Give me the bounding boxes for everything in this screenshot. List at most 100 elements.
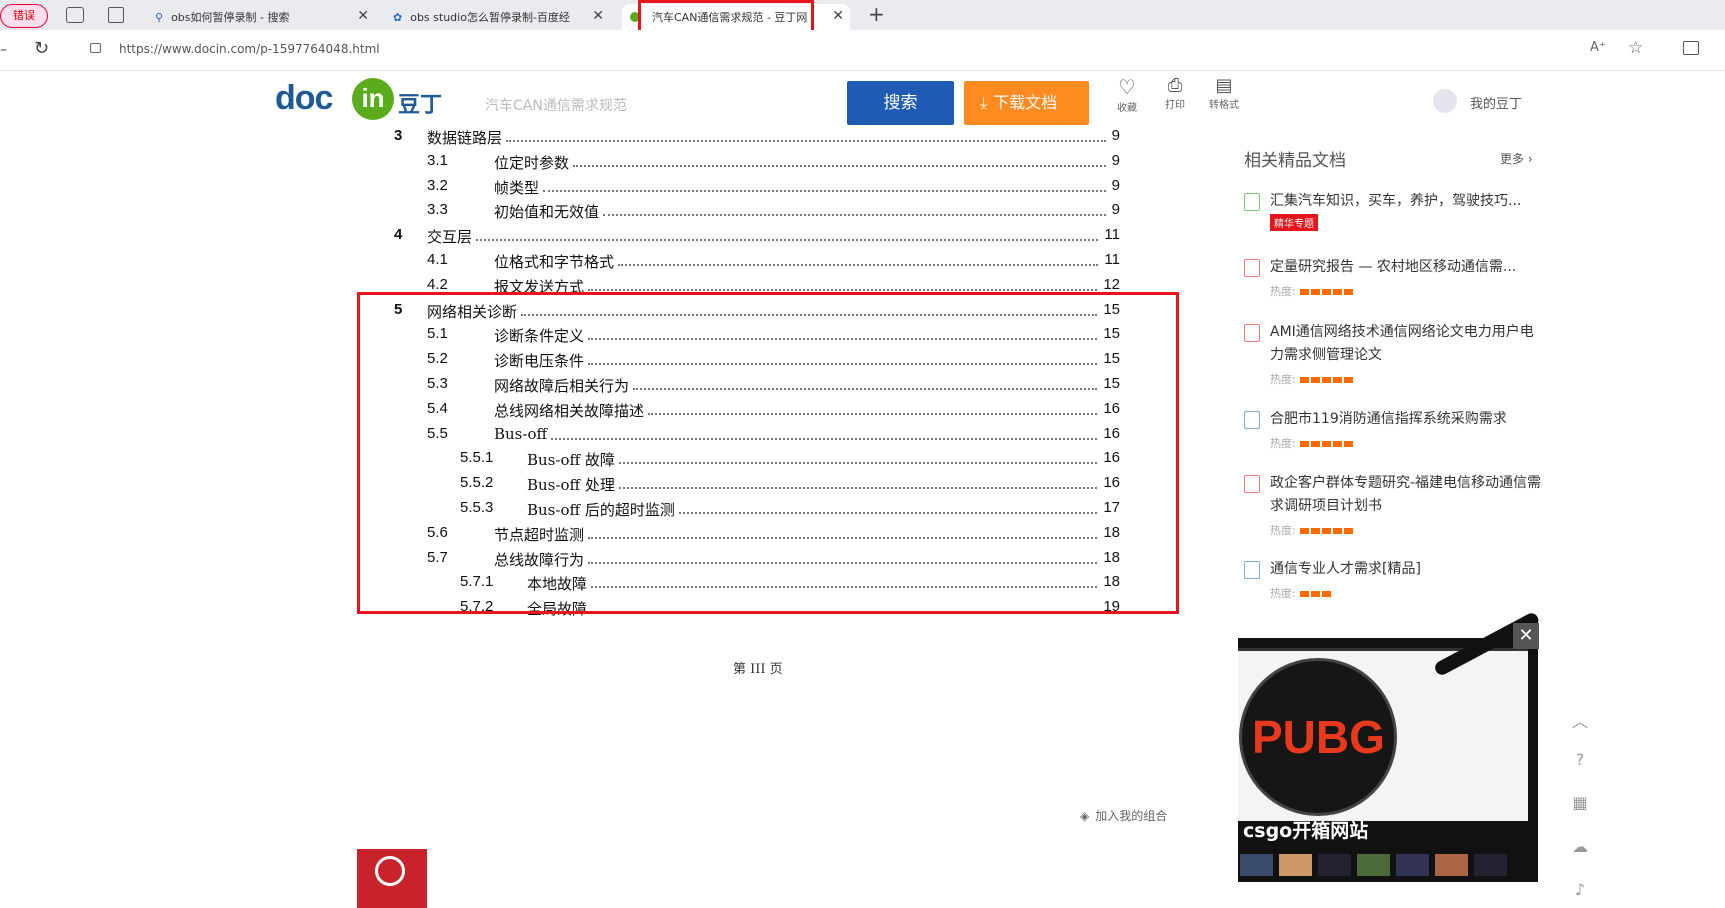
logo-doc-text: doc: [275, 79, 333, 117]
heat-rating: 热度:: [1270, 435, 1355, 451]
ad-thumbnail-strip: [1240, 854, 1530, 878]
qr-code-icon[interactable]: ▦: [1570, 793, 1590, 813]
address-bar-row: – ↻ https://www.docin.com/p-1597764048.h…: [0, 30, 1725, 71]
notification-bell-icon[interactable]: ♪: [1570, 880, 1590, 900]
heat-bar: [1299, 377, 1309, 383]
toc-entry: 4 交互层 11: [0, 226, 1120, 250]
tab-label: obs studio怎么暂停录制-百度经: [410, 11, 570, 24]
favorite-star-icon[interactable]: ☆: [1628, 38, 1643, 58]
back-icon[interactable]: –: [0, 42, 7, 58]
toc-entry: 4.1 位格式和字节格式 11: [0, 251, 1120, 275]
my-docin-link[interactable]: 我的豆丁: [1470, 93, 1522, 112]
document-icon: [1244, 259, 1260, 277]
ad-thumbnail: [1318, 854, 1351, 876]
layers-icon: ◈: [1080, 809, 1090, 823]
heat-bar: [1310, 289, 1320, 295]
new-tab-button[interactable]: +: [868, 2, 885, 26]
toc-number: 3.2: [427, 176, 448, 194]
heat-rating: 热度:: [1270, 522, 1355, 538]
split-screen-icon[interactable]: [1683, 41, 1699, 55]
document-icon: [1244, 561, 1260, 579]
tab-obs-search[interactable]: ⚲ obs如何暂停录制 - 搜索 ✕: [135, 4, 375, 30]
heat-bar: [1310, 591, 1320, 597]
heat-bar: [1321, 528, 1331, 534]
heat-label: 热度:: [1270, 373, 1296, 386]
heat-bar: [1332, 377, 1342, 383]
heat-bar: [1321, 441, 1331, 447]
toc-leader: [476, 239, 1098, 242]
vertical-tabs-icon[interactable]: [108, 7, 124, 23]
tab-label-error: 错误: [13, 9, 35, 22]
help-icon[interactable]: ?: [1570, 750, 1590, 770]
avatar[interactable]: [1433, 89, 1457, 113]
printer-icon: ⎙: [1167, 75, 1183, 96]
heat-bar: [1299, 441, 1309, 447]
toc-number: 4.1: [427, 251, 448, 268]
url-field[interactable]: https://www.docin.com/p-1597764048.html: [119, 42, 380, 56]
ad-thumbnail: [1474, 854, 1507, 876]
toc-number: 4: [394, 226, 403, 244]
heat-bar: [1299, 289, 1309, 295]
document-icon: [1244, 324, 1260, 342]
tool-label: 打印: [1165, 100, 1185, 111]
favorite-tool[interactable]: ♡ 收藏: [1112, 75, 1142, 114]
search-input[interactable]: 汽车CAN通信需求规范: [485, 95, 627, 115]
toc-leader: [543, 189, 1106, 192]
related-doc-title[interactable]: AMI通信网络技术通信网络论文电力用户电力需求侧管理论文: [1270, 321, 1545, 367]
ad-close-button[interactable]: ✕: [1513, 623, 1539, 649]
more-link[interactable]: 更多 ›: [1500, 150, 1533, 167]
download-button[interactable]: ⤓ 下载文档: [964, 81, 1089, 125]
logo-in-circle: in: [352, 78, 394, 120]
refresh-icon[interactable]: ↻: [34, 38, 49, 59]
heat-bar: [1310, 441, 1320, 447]
related-doc-title[interactable]: 政企客户群体专题研究-福建电信移动通信需求调研项目计划书: [1270, 472, 1545, 518]
ad-banner[interactable]: PUBG csgo开箱网站: [1238, 610, 1541, 882]
tab-baidu-jingyan[interactable]: ✿ obs studio怎么暂停录制-百度经 ✕: [385, 4, 610, 30]
heat-bar: [1332, 441, 1342, 447]
toc-page-number: 11: [1104, 251, 1120, 268]
ad-thumbnail: [1396, 854, 1429, 876]
heat-bar: [1299, 528, 1309, 534]
workspaces-icon[interactable]: [66, 7, 84, 23]
related-doc-title[interactable]: 定量研究报告 — 农村地区移动通信需...: [1270, 256, 1545, 279]
toc-page-number: 9: [1111, 176, 1120, 194]
toc-leader: [506, 140, 1106, 142]
back-to-top-icon[interactable]: ︿: [1570, 708, 1590, 731]
toc-number: 3.1: [427, 151, 448, 169]
search-button[interactable]: 搜索: [847, 81, 954, 125]
toc-title: 初始值和无效值: [494, 203, 600, 222]
related-doc-title[interactable]: 汇集汽车知识，买车，养护，驾驶技巧...: [1270, 190, 1545, 213]
car-brand-logo-icon: [375, 856, 405, 886]
related-doc-title[interactable]: 通信专业人才需求[精品]: [1270, 558, 1545, 581]
toc-leader: [618, 264, 1098, 266]
related-docs-heading: 相关精品文档: [1244, 151, 1346, 171]
heat-bar: [1332, 528, 1342, 534]
heat-bar: [1310, 377, 1320, 383]
toc-title: 位格式和字节格式: [494, 253, 615, 271]
heat-bar: [1321, 377, 1331, 383]
section-highlight-box: [357, 292, 1179, 614]
close-icon[interactable]: ✕: [592, 8, 604, 24]
toc-page-number: 12: [1103, 275, 1120, 293]
profile-error-badge[interactable]: 错误: [0, 4, 48, 28]
heat-rating: 热度:: [1270, 371, 1355, 387]
heat-rating: 热度:: [1270, 283, 1355, 299]
add-to-collection-link[interactable]: ◈ 加入我的组合: [1080, 807, 1167, 824]
convert-tool[interactable]: ▤ 转格式: [1206, 75, 1242, 111]
heat-label: 热度:: [1270, 285, 1296, 298]
heat-bar: [1299, 591, 1309, 597]
wechat-icon[interactable]: ☁: [1570, 837, 1590, 857]
toc-leader: [603, 214, 1106, 217]
promo-thumbnail[interactable]: [357, 849, 427, 908]
close-icon[interactable]: ✕: [357, 8, 369, 24]
read-aloud-icon[interactable]: A⁺: [1590, 40, 1606, 55]
toc-title: 帧类型: [494, 178, 540, 197]
related-doc-title[interactable]: 合肥市119消防通信指挥系统采购需求: [1270, 408, 1545, 431]
ad-logo-text: PUBG: [1252, 711, 1385, 763]
print-tool[interactable]: ⎙ 打印: [1160, 75, 1190, 111]
logo-chinese: 豆丁: [398, 93, 443, 118]
toc-entry: 3.2 帧类型 9: [0, 177, 1120, 201]
close-icon[interactable]: ✕: [832, 8, 844, 24]
heat-bar: [1332, 289, 1342, 295]
ad-thumbnail: [1279, 854, 1312, 876]
